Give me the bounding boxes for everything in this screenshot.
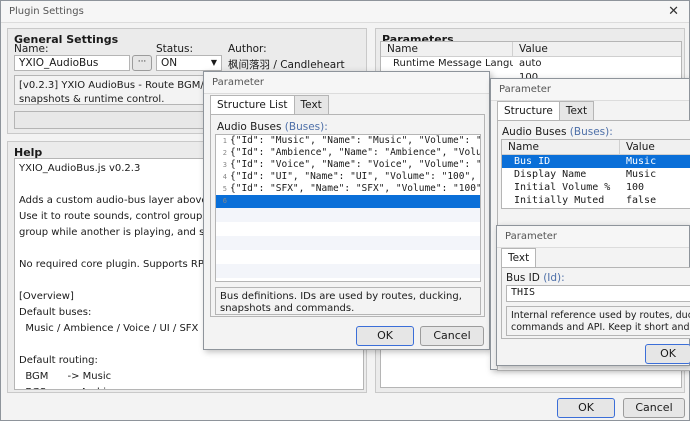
field-value: Music bbox=[626, 169, 657, 180]
row-text: {"Id": "Ambience", "Name": "Ambience", "… bbox=[230, 147, 480, 158]
param2-tabbar: Structure Text bbox=[497, 101, 595, 121]
param1-panel: Audio Buses (Buses): 1 {"Id": "Music", "N… bbox=[210, 114, 485, 317]
param3-field-label: Bus ID (Id): bbox=[506, 272, 565, 284]
field-label: Audio Buses bbox=[502, 126, 567, 138]
empty-row bbox=[216, 222, 480, 236]
audio-buses-label: Audio Buses (Buses): bbox=[217, 121, 328, 133]
row-text: {"Id": "Voice", "Name": "Voice", "Volume… bbox=[230, 159, 480, 170]
field-hint: (Buses): bbox=[569, 126, 613, 138]
field-name: Bus ID bbox=[514, 156, 551, 167]
param2-titlebar: Parameter bbox=[491, 79, 689, 101]
close-icon[interactable]: ✕ bbox=[668, 1, 679, 23]
row-number: 4 bbox=[222, 173, 227, 181]
structure-rows: Bus ID Music Display Name Music Initial Volu… bbox=[502, 155, 690, 207]
status-select[interactable]: ON ▼ bbox=[156, 55, 222, 71]
list-item[interactable]: 4 {"Id": "UI", "Name": "UI", "Volume": "1… bbox=[216, 171, 480, 183]
param2-title: Parameter bbox=[499, 84, 552, 95]
row-text: {"Id": "UI", "Name": "UI", "Volume": "10… bbox=[230, 171, 480, 182]
param1-tabbar: Structure List Text bbox=[210, 95, 329, 115]
name-label: Name: bbox=[14, 43, 49, 55]
param3-ok-button[interactable]: OK bbox=[645, 344, 690, 364]
tab-text[interactable]: Text bbox=[501, 248, 537, 268]
status-label: Status: bbox=[156, 43, 193, 55]
ok-button[interactable]: OK bbox=[557, 398, 615, 418]
row-number: 6 bbox=[222, 197, 227, 205]
field-hint: (Buses): bbox=[284, 121, 328, 133]
col-name-header: Name bbox=[381, 42, 513, 56]
param1-titlebar: Parameter bbox=[204, 72, 489, 94]
field-label: Bus ID bbox=[506, 272, 540, 284]
list-item[interactable]: 3 {"Id": "Voice", "Name": "Voice", "Volum… bbox=[216, 159, 480, 171]
text-dialog: Parameter Text Bus ID (Id): THIS Interna… bbox=[496, 225, 690, 366]
plugin-name-value: YXIO_AudioBus bbox=[19, 57, 99, 69]
main-window-title: Plugin Settings bbox=[9, 6, 84, 17]
param3-panel: Bus ID (Id): THIS Internal reference use… bbox=[501, 267, 690, 339]
row-number: 5 bbox=[222, 185, 227, 193]
list-item[interactable]: 5 {"Id": "SFX", "Name": "SFX", "Volume": … bbox=[216, 183, 480, 195]
col-value-header: Value bbox=[626, 141, 655, 153]
help-line: Default routing: bbox=[19, 355, 98, 366]
audio-buses-rows: 1 {"Id": "Music", "Name": "Music", "Volum… bbox=[216, 135, 480, 278]
field-name: Initial Volume % bbox=[514, 182, 611, 193]
field-label: Audio Buses bbox=[217, 121, 282, 133]
list-item[interactable]: 2 {"Id": "Ambience", "Name": "Ambience", … bbox=[216, 147, 480, 159]
row-number: 1 bbox=[222, 137, 227, 145]
param3-tabbar: Text bbox=[501, 248, 537, 268]
parameters-table-header: Name Value bbox=[381, 42, 681, 57]
field-value: 100 bbox=[626, 182, 645, 193]
param1-ok-button[interactable]: OK bbox=[356, 326, 414, 346]
col-value-header: Value bbox=[519, 43, 548, 55]
browse-button[interactable]: ··· bbox=[132, 55, 152, 71]
status-value: ON bbox=[161, 57, 178, 69]
empty-row bbox=[216, 208, 480, 222]
empty-row bbox=[216, 236, 480, 250]
structure-row[interactable]: Bus ID Music bbox=[502, 155, 690, 168]
structure-table: Name Value Bus ID Music Display Name Music I… bbox=[501, 139, 690, 209]
help-line: BGS -> Ambience bbox=[19, 385, 359, 389]
field-value: Music bbox=[626, 156, 657, 167]
row-text: {"Id": "SFX", "Name": "SFX", "Volume": "… bbox=[230, 183, 480, 194]
param-value: auto bbox=[519, 58, 542, 69]
empty-row bbox=[216, 264, 480, 278]
cancel-button[interactable]: Cancel bbox=[623, 398, 685, 418]
main-titlebar: Plugin Settings ✕ bbox=[1, 1, 689, 23]
tab-structure-list[interactable]: Structure List bbox=[210, 95, 295, 115]
chevron-down-icon: ▼ bbox=[210, 58, 217, 67]
list-item[interactable]: 6 bbox=[216, 195, 480, 208]
param3-title: Parameter bbox=[505, 231, 558, 242]
param3-titlebar: Parameter bbox=[497, 226, 689, 248]
tab-text[interactable]: Text bbox=[293, 95, 329, 115]
field-hint: (Id): bbox=[543, 272, 565, 284]
list-item[interactable]: 1 {"Id": "Music", "Name": "Music", "Volum… bbox=[216, 135, 480, 147]
help-line: BGM -> Music bbox=[19, 371, 112, 382]
tab-text[interactable]: Text bbox=[558, 101, 595, 121]
row-number: 2 bbox=[222, 149, 227, 157]
structure-row[interactable]: Initially Muted false bbox=[502, 194, 690, 207]
param1-description: Bus definitions. IDs are used by routes,… bbox=[215, 287, 481, 315]
row-number: 3 bbox=[222, 161, 227, 169]
structure-table-header: Name Value bbox=[502, 140, 690, 155]
field-name: Initially Muted bbox=[514, 195, 605, 206]
author-label: Author: bbox=[228, 43, 267, 55]
audio-buses-list[interactable]: 1 {"Id": "Music", "Name": "Music", "Volum… bbox=[215, 134, 481, 282]
tab-structure[interactable]: Structure bbox=[497, 101, 560, 121]
parameter-row[interactable]: Runtime Message Language auto bbox=[381, 57, 681, 71]
structure-list-dialog: Parameter Structure List Text Audio Buses… bbox=[203, 71, 490, 350]
structure-row[interactable]: Display Name Music bbox=[502, 168, 690, 181]
structure-row[interactable]: Initial Volume % 100 bbox=[502, 181, 690, 194]
param1-title: Parameter bbox=[212, 77, 265, 88]
param-name: Runtime Message Language bbox=[393, 58, 513, 69]
param1-cancel-button[interactable]: Cancel bbox=[420, 326, 484, 346]
plugin-name-field[interactable]: YXIO_AudioBus bbox=[14, 55, 130, 71]
param2-field-label: Audio Buses (Buses): bbox=[502, 126, 613, 138]
empty-row bbox=[216, 250, 480, 264]
field-name: Display Name bbox=[514, 169, 587, 180]
row-text: {"Id": "Music", "Name": "Music", "Volume… bbox=[230, 135, 480, 146]
col-name-header: Name bbox=[502, 140, 620, 154]
field-value: false bbox=[626, 195, 657, 206]
bus-id-input[interactable]: THIS bbox=[506, 285, 690, 302]
param3-description: Internal reference used by routes, ducki… bbox=[506, 306, 690, 336]
